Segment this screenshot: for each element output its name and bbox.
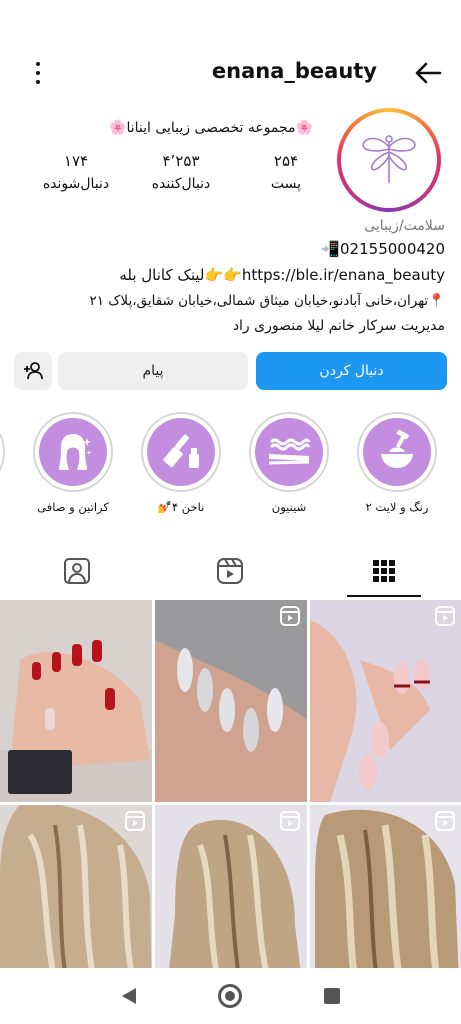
highlight-label: ناخن ۴💅 [157, 500, 205, 514]
profile-phone[interactable]: 02155000420📲 [321, 240, 445, 258]
nav-home-icon[interactable] [218, 984, 242, 1008]
more-options-icon[interactable] [26, 60, 50, 86]
story-highlights: رنگ و لایت ۲ شینیون ناخن ۴💅 کراتین و صاف… [0, 412, 461, 524]
profile-avatar-story-ring[interactable] [337, 108, 441, 212]
nav-back-icon[interactable] [120, 986, 138, 1006]
post-thumbnail[interactable] [155, 600, 307, 802]
highlight-label: رنگ و لایت ۲ [365, 500, 429, 514]
follow-button[interactable]: دنبال کردن [256, 352, 447, 390]
suggest-user-button[interactable] [14, 352, 52, 390]
post-thumbnail[interactable] [0, 600, 152, 802]
highlight-label: شینیون [271, 500, 307, 514]
highlight-partial[interactable] [0, 412, 11, 492]
hair-dye-bowl-icon [381, 430, 413, 468]
stat-value: ۱۷۴ [63, 152, 89, 170]
highlight-nails[interactable]: ناخن ۴💅 [135, 412, 227, 514]
highlight-label: کراتین و صافی [37, 500, 109, 514]
reel-indicator-icon [125, 811, 145, 831]
stat-label: پست [270, 176, 302, 192]
profile-address: 📍تهران،خانی آبادنو،خیابان میثاق شمالی،خی… [89, 293, 446, 309]
active-tab-indicator [347, 595, 421, 597]
stat-value: ۲۵۴ [273, 152, 299, 170]
profile-link[interactable]: https://ble.ir/enana_beauty👉👉لینک کانال … [119, 266, 445, 284]
tab-tagged[interactable] [0, 545, 154, 597]
profile-manager: مدیریت سرکار خانم لیلا منصوری راد [232, 318, 445, 334]
avatar [345, 116, 433, 204]
reel-indicator-icon [280, 606, 300, 626]
profile-username: enana_beauty [211, 59, 377, 83]
tab-reels[interactable] [153, 545, 307, 597]
post-image [0, 600, 152, 802]
profile-tabs [0, 545, 461, 597]
grid-icon [373, 560, 395, 582]
profile-bio-title: 🌸مجموعه تخصصی زیبایی اینانا🌸 [109, 120, 313, 136]
nail-polish-icon [163, 434, 199, 468]
woman-hair-icon [59, 434, 92, 470]
profile-category: سلامت/زیبایی [364, 218, 445, 234]
dragonfly-logo-icon [362, 135, 416, 183]
profile-stats: ۲۵۴ پست ۴٬۲۵۳ دنبال‌کننده ۱۷۴ دنبال‌شوند… [31, 152, 331, 192]
reel-indicator-icon [280, 811, 300, 831]
stat-posts[interactable]: ۲۵۴ پست [241, 152, 331, 192]
stat-value: ۴٬۲۵۳ [162, 152, 200, 170]
stat-label: دنبال‌کننده [151, 176, 211, 192]
message-button[interactable]: پیام [58, 352, 248, 390]
tab-grid[interactable] [307, 545, 461, 597]
highlight-hair-color[interactable]: رنگ و لایت ۲ [351, 412, 443, 514]
top-bar: enana_beauty [0, 52, 461, 94]
post-image [310, 600, 461, 802]
highlight-updo[interactable]: شینیون [243, 412, 335, 514]
highlight-keratin[interactable]: کراتین و صافی [27, 412, 119, 514]
system-navigation-bar [0, 968, 461, 1024]
post-thumbnail[interactable] [310, 600, 461, 802]
nav-recents-icon[interactable] [324, 988, 340, 1004]
reel-indicator-icon [435, 811, 455, 831]
reels-icon [217, 558, 243, 584]
post-image [155, 600, 307, 802]
stat-following[interactable]: ۱۷۴ دنبال‌شونده [31, 152, 121, 192]
add-person-icon [24, 362, 43, 380]
stat-label: دنبال‌شونده [42, 176, 110, 192]
back-arrow-icon[interactable] [413, 58, 443, 88]
reel-indicator-icon [435, 606, 455, 626]
tagged-person-icon [64, 558, 90, 584]
stat-followers[interactable]: ۴٬۲۵۳ دنبال‌کننده [136, 152, 226, 192]
hair-clips-icon [268, 438, 311, 465]
